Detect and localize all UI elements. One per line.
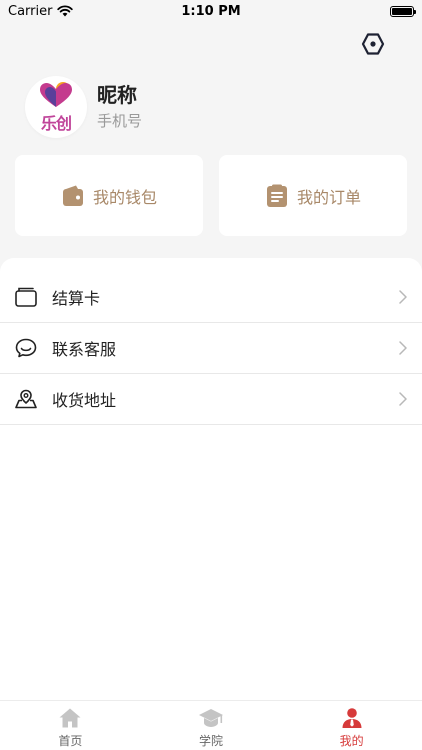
profile-header[interactable]: 乐创 昵称 手机号 <box>25 76 142 138</box>
tab-mine[interactable]: 我的 <box>281 701 422 750</box>
chevron-right-icon <box>398 392 408 406</box>
menu-item-shipping-address[interactable]: 收货地址 <box>0 374 422 425</box>
menu-panel: 结算卡 联系客服 收货地址 <box>0 258 422 750</box>
status-bar: Carrier 1:10 PM <box>0 0 422 22</box>
nickname: 昵称 <box>97 83 137 107</box>
chevron-right-icon <box>398 290 408 304</box>
orders-card[interactable]: 我的订单 <box>219 155 407 236</box>
gear-icon <box>361 33 385 55</box>
tab-label: 首页 <box>58 734 83 748</box>
chevron-right-icon <box>398 341 408 355</box>
avatar[interactable]: 乐创 <box>25 76 87 138</box>
tab-academy[interactable]: 学院 <box>141 701 282 750</box>
wifi-icon <box>57 5 74 17</box>
menu-item-settlement-card[interactable]: 结算卡 <box>0 272 422 323</box>
location-icon <box>15 388 37 410</box>
menu-item-label: 收货地址 <box>52 391 117 410</box>
quick-cards: 我的钱包 我的订单 <box>15 155 407 236</box>
tab-label: 学院 <box>199 734 224 748</box>
menu-item-customer-service[interactable]: 联系客服 <box>0 323 422 374</box>
home-icon <box>59 708 81 728</box>
wallet-card[interactable]: 我的钱包 <box>15 155 203 236</box>
card-icon <box>15 286 37 308</box>
order-list-icon <box>266 184 287 207</box>
profile-info: 昵称 手机号 <box>97 82 142 132</box>
wallet-icon <box>62 185 83 206</box>
orders-label: 我的订单 <box>296 187 361 207</box>
user-icon <box>342 708 362 728</box>
phone-number: 手机号 <box>97 112 143 130</box>
tab-home[interactable]: 首页 <box>0 701 141 750</box>
logo-text: 乐创 <box>40 113 72 133</box>
tab-label: 我的 <box>339 734 364 748</box>
logo-heart-icon <box>40 81 72 107</box>
status-left: Carrier <box>8 3 74 19</box>
tab-bar: 首页 学院 我的 <box>0 700 422 750</box>
menu-list: 结算卡 联系客服 收货地址 <box>0 272 422 425</box>
graduation-cap-icon <box>199 709 223 727</box>
battery-icon <box>390 5 416 17</box>
menu-item-label: 联系客服 <box>52 340 117 359</box>
menu-item-label: 结算卡 <box>52 289 101 308</box>
wallet-label: 我的钱包 <box>92 187 157 207</box>
chat-icon <box>15 337 37 359</box>
settings-button[interactable] <box>360 31 386 57</box>
carrier-label: Carrier <box>8 3 53 19</box>
